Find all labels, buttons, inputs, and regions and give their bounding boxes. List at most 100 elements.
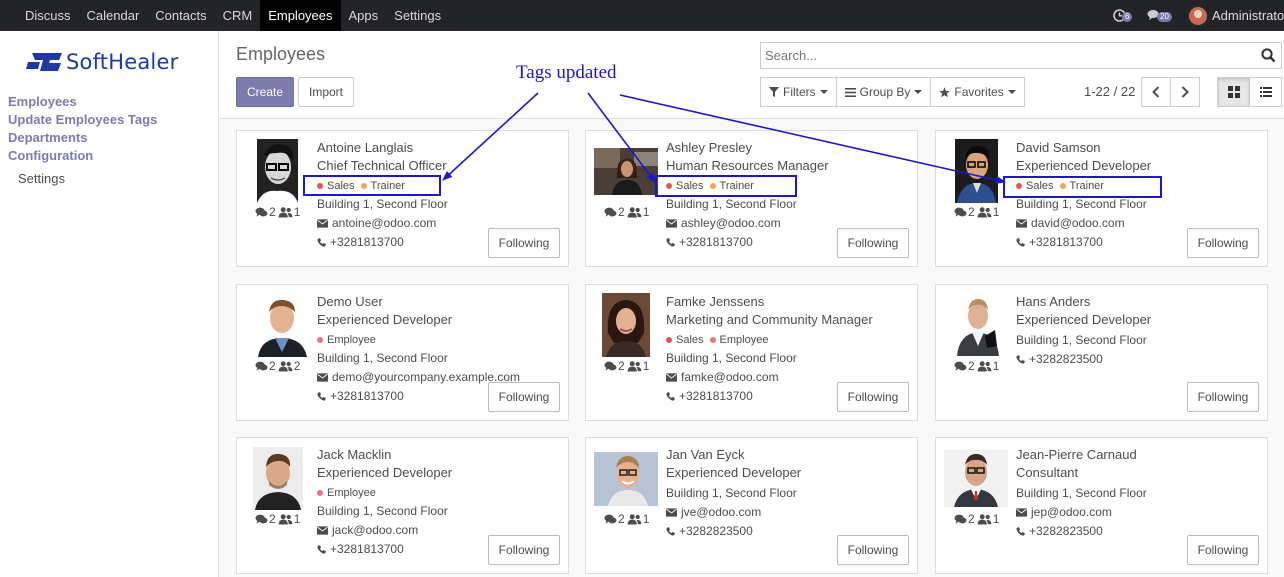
follower-count: 1 bbox=[992, 205, 1000, 219]
employee-name[interactable]: Antoine Langlais bbox=[317, 139, 562, 157]
employee-name[interactable]: Famke Jenssens bbox=[666, 293, 911, 311]
tag-employee: Employee bbox=[709, 333, 769, 347]
following-button[interactable]: Following bbox=[1187, 228, 1259, 258]
employee-card[interactable]: 2 2 Demo User Experienced Developer Empl… bbox=[236, 284, 569, 421]
import-button[interactable]: Import bbox=[298, 77, 354, 107]
create-button[interactable]: Create bbox=[236, 77, 294, 107]
following-button[interactable]: Following bbox=[488, 228, 560, 258]
pager-previous-button[interactable] bbox=[1141, 77, 1171, 107]
sidebar-item-departments[interactable]: Departments bbox=[8, 129, 157, 147]
filters-button[interactable]: Filters bbox=[760, 77, 837, 107]
list-view-button[interactable] bbox=[1249, 77, 1282, 107]
page-title: Employees bbox=[236, 44, 326, 64]
list-icon bbox=[1259, 87, 1272, 97]
following-button[interactable]: Following bbox=[488, 382, 560, 412]
employee-email[interactable]: david@odoo.com bbox=[1031, 214, 1125, 233]
sidebar-item-employees[interactable]: Employees bbox=[8, 93, 157, 111]
employee-email[interactable]: jep@odoo.com bbox=[1031, 503, 1112, 522]
user-avatar[interactable] bbox=[1189, 6, 1207, 25]
softhealer-logo-icon bbox=[26, 53, 62, 71]
menu-settings[interactable]: Settings bbox=[386, 0, 449, 31]
following-button[interactable]: Following bbox=[837, 535, 909, 565]
employee-phone[interactable]: +3281813700 bbox=[330, 540, 404, 559]
groupby-button[interactable]: Group By bbox=[835, 77, 932, 107]
filters-label: Filters bbox=[783, 85, 816, 99]
employee-phone[interactable]: +3282823500 bbox=[1029, 350, 1103, 369]
filter-icon bbox=[769, 87, 779, 97]
following-button[interactable]: Following bbox=[1187, 535, 1259, 565]
employee-email[interactable]: ashley@odoo.com bbox=[681, 214, 781, 233]
activity-button[interactable]: 6 bbox=[1113, 8, 1135, 24]
message-count: 2 bbox=[269, 205, 276, 219]
menu-calendar[interactable]: Calendar bbox=[79, 0, 148, 31]
employee-info: Hans Anders Experienced Developer Buildi… bbox=[1016, 293, 1261, 369]
employee-name[interactable]: Jan Van Eyck bbox=[666, 446, 911, 464]
employee-card[interactable]: 2 1 Jean-Pierre Carnaud Consultant Build… bbox=[935, 437, 1268, 574]
tag-trainer: Trainer bbox=[1059, 179, 1104, 193]
sidebar-item-configuration[interactable]: Configuration bbox=[8, 147, 157, 165]
employee-info: Jan Van Eyck Experienced Developer Build… bbox=[666, 446, 911, 541]
comments-icon bbox=[604, 207, 617, 218]
kanban-view-button[interactable] bbox=[1217, 77, 1250, 107]
following-button[interactable]: Following bbox=[488, 535, 560, 565]
message-count: 2 bbox=[269, 512, 276, 526]
employee-email[interactable]: jve@odoo.com bbox=[681, 503, 761, 522]
phone-icon bbox=[1016, 238, 1025, 247]
following-button[interactable]: Following bbox=[837, 228, 909, 258]
comments-icon bbox=[954, 514, 967, 525]
tag-label: Employee bbox=[719, 334, 769, 346]
employee-photo bbox=[255, 294, 310, 357]
employee-card[interactable]: 2 1 David Samson Experienced Developer S… bbox=[935, 130, 1268, 267]
employee-name[interactable]: David Samson bbox=[1016, 139, 1261, 157]
menu-apps[interactable]: Apps bbox=[341, 0, 387, 31]
messages-button[interactable]: 20 bbox=[1147, 8, 1177, 24]
menu-contacts[interactable]: Contacts bbox=[147, 0, 214, 31]
follower-count: 1 bbox=[992, 512, 1000, 526]
pager-value[interactable]: 1-22 / 22 bbox=[1084, 84, 1135, 99]
systray: 6 20 Administrator bbox=[1113, 0, 1284, 31]
employee-name[interactable]: Hans Anders bbox=[1016, 293, 1261, 311]
employee-phone[interactable]: +3282823500 bbox=[679, 522, 753, 541]
employee-phone[interactable]: +3281813700 bbox=[330, 387, 404, 406]
tag-label: Sales bbox=[1026, 180, 1054, 192]
employee-card[interactable]: 2 1 Famke Jenssens Marketing and Communi… bbox=[585, 284, 918, 421]
message-count: 2 bbox=[618, 512, 625, 526]
employee-name[interactable]: Jean-Pierre Carnaud bbox=[1016, 446, 1261, 464]
chevron-right-icon bbox=[1181, 86, 1189, 98]
employee-phone[interactable]: +3281813700 bbox=[1029, 233, 1103, 252]
menu-crm[interactable]: CRM bbox=[215, 0, 261, 31]
employee-phone[interactable]: +3282823500 bbox=[1029, 522, 1103, 541]
message-count: 2 bbox=[968, 359, 975, 373]
sidebar-item-update-tags[interactable]: Update Employees Tags bbox=[8, 111, 157, 129]
employee-name[interactable]: Demo User bbox=[317, 293, 562, 311]
following-button[interactable]: Following bbox=[1187, 382, 1259, 412]
employee-email[interactable]: jack@odoo.com bbox=[332, 521, 418, 540]
user-name[interactable]: Administrator bbox=[1212, 8, 1284, 23]
employee-card[interactable]: 2 1 Hans Anders Experienced Developer Bu… bbox=[935, 284, 1268, 421]
employee-phone[interactable]: +3281813700 bbox=[330, 233, 404, 252]
employee-phone[interactable]: +3281813700 bbox=[679, 387, 753, 406]
employee-phone[interactable]: +3281813700 bbox=[679, 233, 753, 252]
menu-employees[interactable]: Employees bbox=[260, 0, 341, 31]
employee-name[interactable]: Ashley Presley bbox=[666, 139, 911, 157]
employee-card[interactable]: 2 1 Jan Van Eyck Experienced Developer B… bbox=[585, 437, 918, 574]
sidebar-item-settings[interactable]: Settings bbox=[18, 171, 157, 186]
comments-icon bbox=[255, 361, 268, 372]
favorites-button[interactable]: Favorites bbox=[930, 77, 1025, 107]
search-input[interactable] bbox=[761, 43, 1241, 68]
employee-location: Building 1, Second Floor bbox=[317, 504, 448, 518]
employee-counts: 2 1 bbox=[604, 205, 649, 219]
tag-label: Trainer bbox=[1069, 180, 1104, 192]
employee-job-title: Consultant bbox=[1016, 465, 1079, 480]
following-button[interactable]: Following bbox=[837, 382, 909, 412]
employee-email[interactable]: famke@odoo.com bbox=[681, 368, 779, 387]
employee-card[interactable]: 2 1 Jack Macklin Experienced Developer E… bbox=[236, 437, 569, 574]
employee-card[interactable]: 2 1 Antoine Langlais Chief Technical Off… bbox=[236, 130, 569, 267]
pager-next-button[interactable] bbox=[1170, 77, 1200, 107]
follower-count: 1 bbox=[293, 205, 301, 219]
employee-name[interactable]: Jack Macklin bbox=[317, 446, 562, 464]
search-icon[interactable] bbox=[1261, 48, 1276, 63]
menu-discuss[interactable]: Discuss bbox=[17, 0, 79, 31]
employee-card[interactable]: 2 1 Ashley Presley Human Resources Manag… bbox=[585, 130, 918, 267]
employee-email[interactable]: antoine@odoo.com bbox=[332, 214, 436, 233]
